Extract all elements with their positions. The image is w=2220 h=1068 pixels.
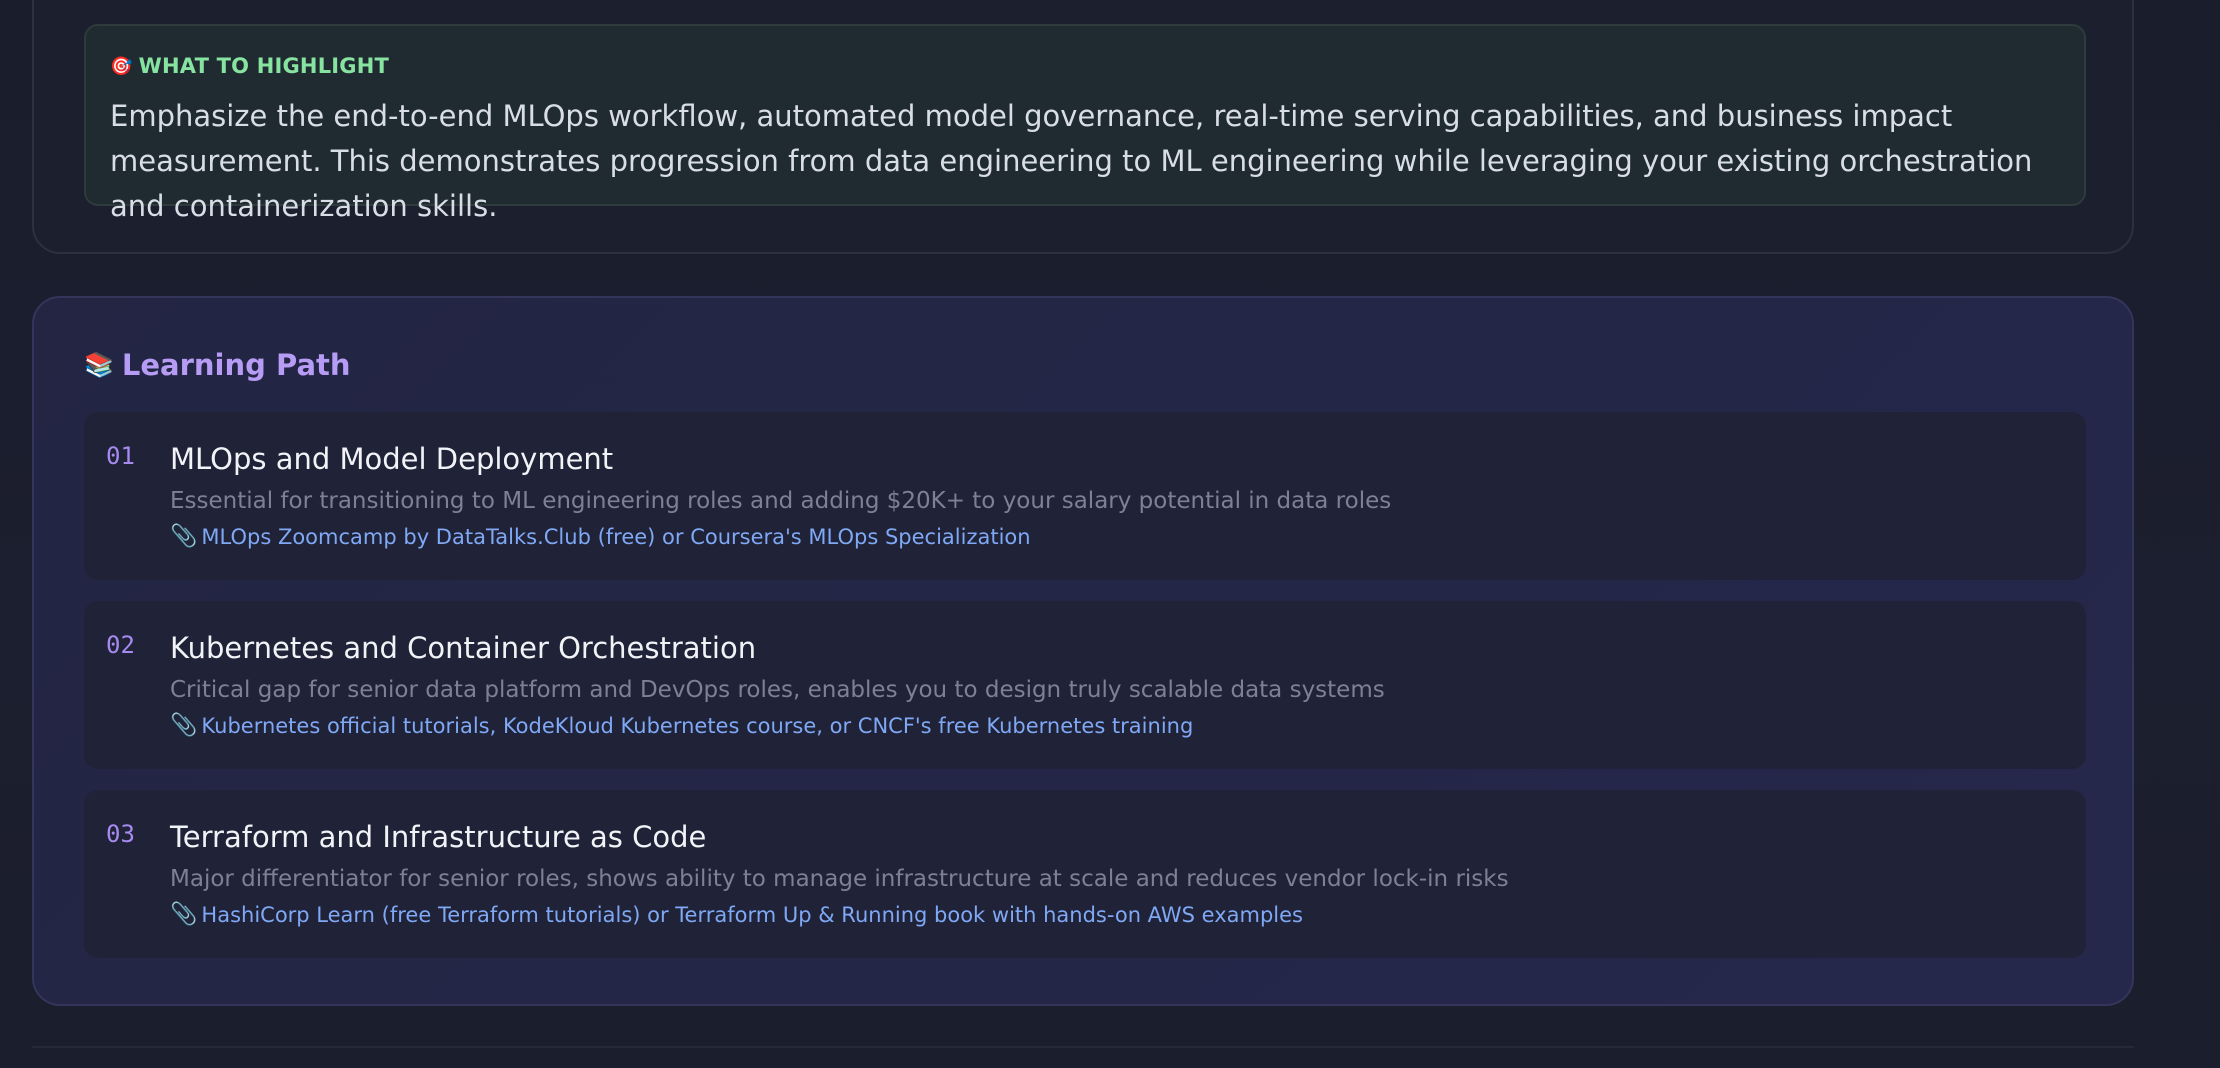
learning-path-title: 📚 Learning Path: [84, 348, 351, 382]
learning-item-2: 02 Kubernetes and Container Orchestratio…: [84, 601, 2086, 769]
learning-item-number: 03: [106, 820, 135, 848]
learning-item-resource-text[interactable]: HashiCorp Learn (free Terraform tutorial…: [201, 903, 1303, 927]
learning-item-description: Essential for transitioning to ML engine…: [170, 488, 1392, 514]
learning-item-3: 03 Terraform and Infrastructure as Code …: [84, 790, 2086, 958]
books-icon: 📚: [84, 351, 114, 379]
learning-path-card: 📚 Learning Path 01 MLOps and Model Deplo…: [32, 296, 2134, 1006]
learning-item-resource[interactable]: 📎 HashiCorp Learn (free Terraform tutori…: [170, 902, 1303, 927]
learning-item-description: Critical gap for senior data platform an…: [170, 677, 1385, 703]
learning-item-resource-text[interactable]: Kubernetes official tutorials, KodeKloud…: [201, 714, 1193, 738]
paperclip-icon: 📎: [170, 524, 198, 549]
target-icon: 🎯: [110, 55, 133, 77]
learning-item-title: Kubernetes and Container Orchestration: [170, 631, 757, 665]
learning-item-resource-text[interactable]: MLOps Zoomcamp by DataTalks.Club (free) …: [201, 525, 1030, 549]
learning-path-title-text: Learning Path: [121, 348, 351, 382]
section-divider: [32, 1046, 2134, 1048]
project-card: 🎯 WHAT TO HIGHLIGHT Emphasize the end-to…: [32, 0, 2134, 254]
learning-item-title: Terraform and Infrastructure as Code: [170, 820, 707, 854]
learning-item-title: MLOps and Model Deployment: [170, 442, 614, 476]
learning-item-number: 01: [106, 442, 135, 470]
highlight-label: 🎯 WHAT TO HIGHLIGHT: [110, 52, 2060, 80]
highlight-box: 🎯 WHAT TO HIGHLIGHT Emphasize the end-to…: [84, 24, 2086, 223]
paperclip-icon: 📎: [170, 902, 198, 927]
learning-item-1: 01 MLOps and Model Deployment Essential …: [84, 412, 2086, 580]
page: 🎯 WHAT TO HIGHLIGHT Emphasize the end-to…: [0, 0, 2220, 1068]
learning-item-description: Major differentiator for senior roles, s…: [170, 866, 1509, 892]
paperclip-icon: 📎: [170, 713, 198, 738]
learning-item-resource[interactable]: 📎 Kubernetes official tutorials, KodeKlo…: [170, 713, 1193, 738]
highlight-text: Emphasize the end-to-end MLOps workflow,…: [110, 99, 2033, 223]
learning-item-number: 02: [106, 631, 135, 659]
highlight-label-text: WHAT TO HIGHLIGHT: [138, 54, 390, 78]
learning-item-resource[interactable]: 📎 MLOps Zoomcamp by DataTalks.Club (free…: [170, 524, 1031, 549]
